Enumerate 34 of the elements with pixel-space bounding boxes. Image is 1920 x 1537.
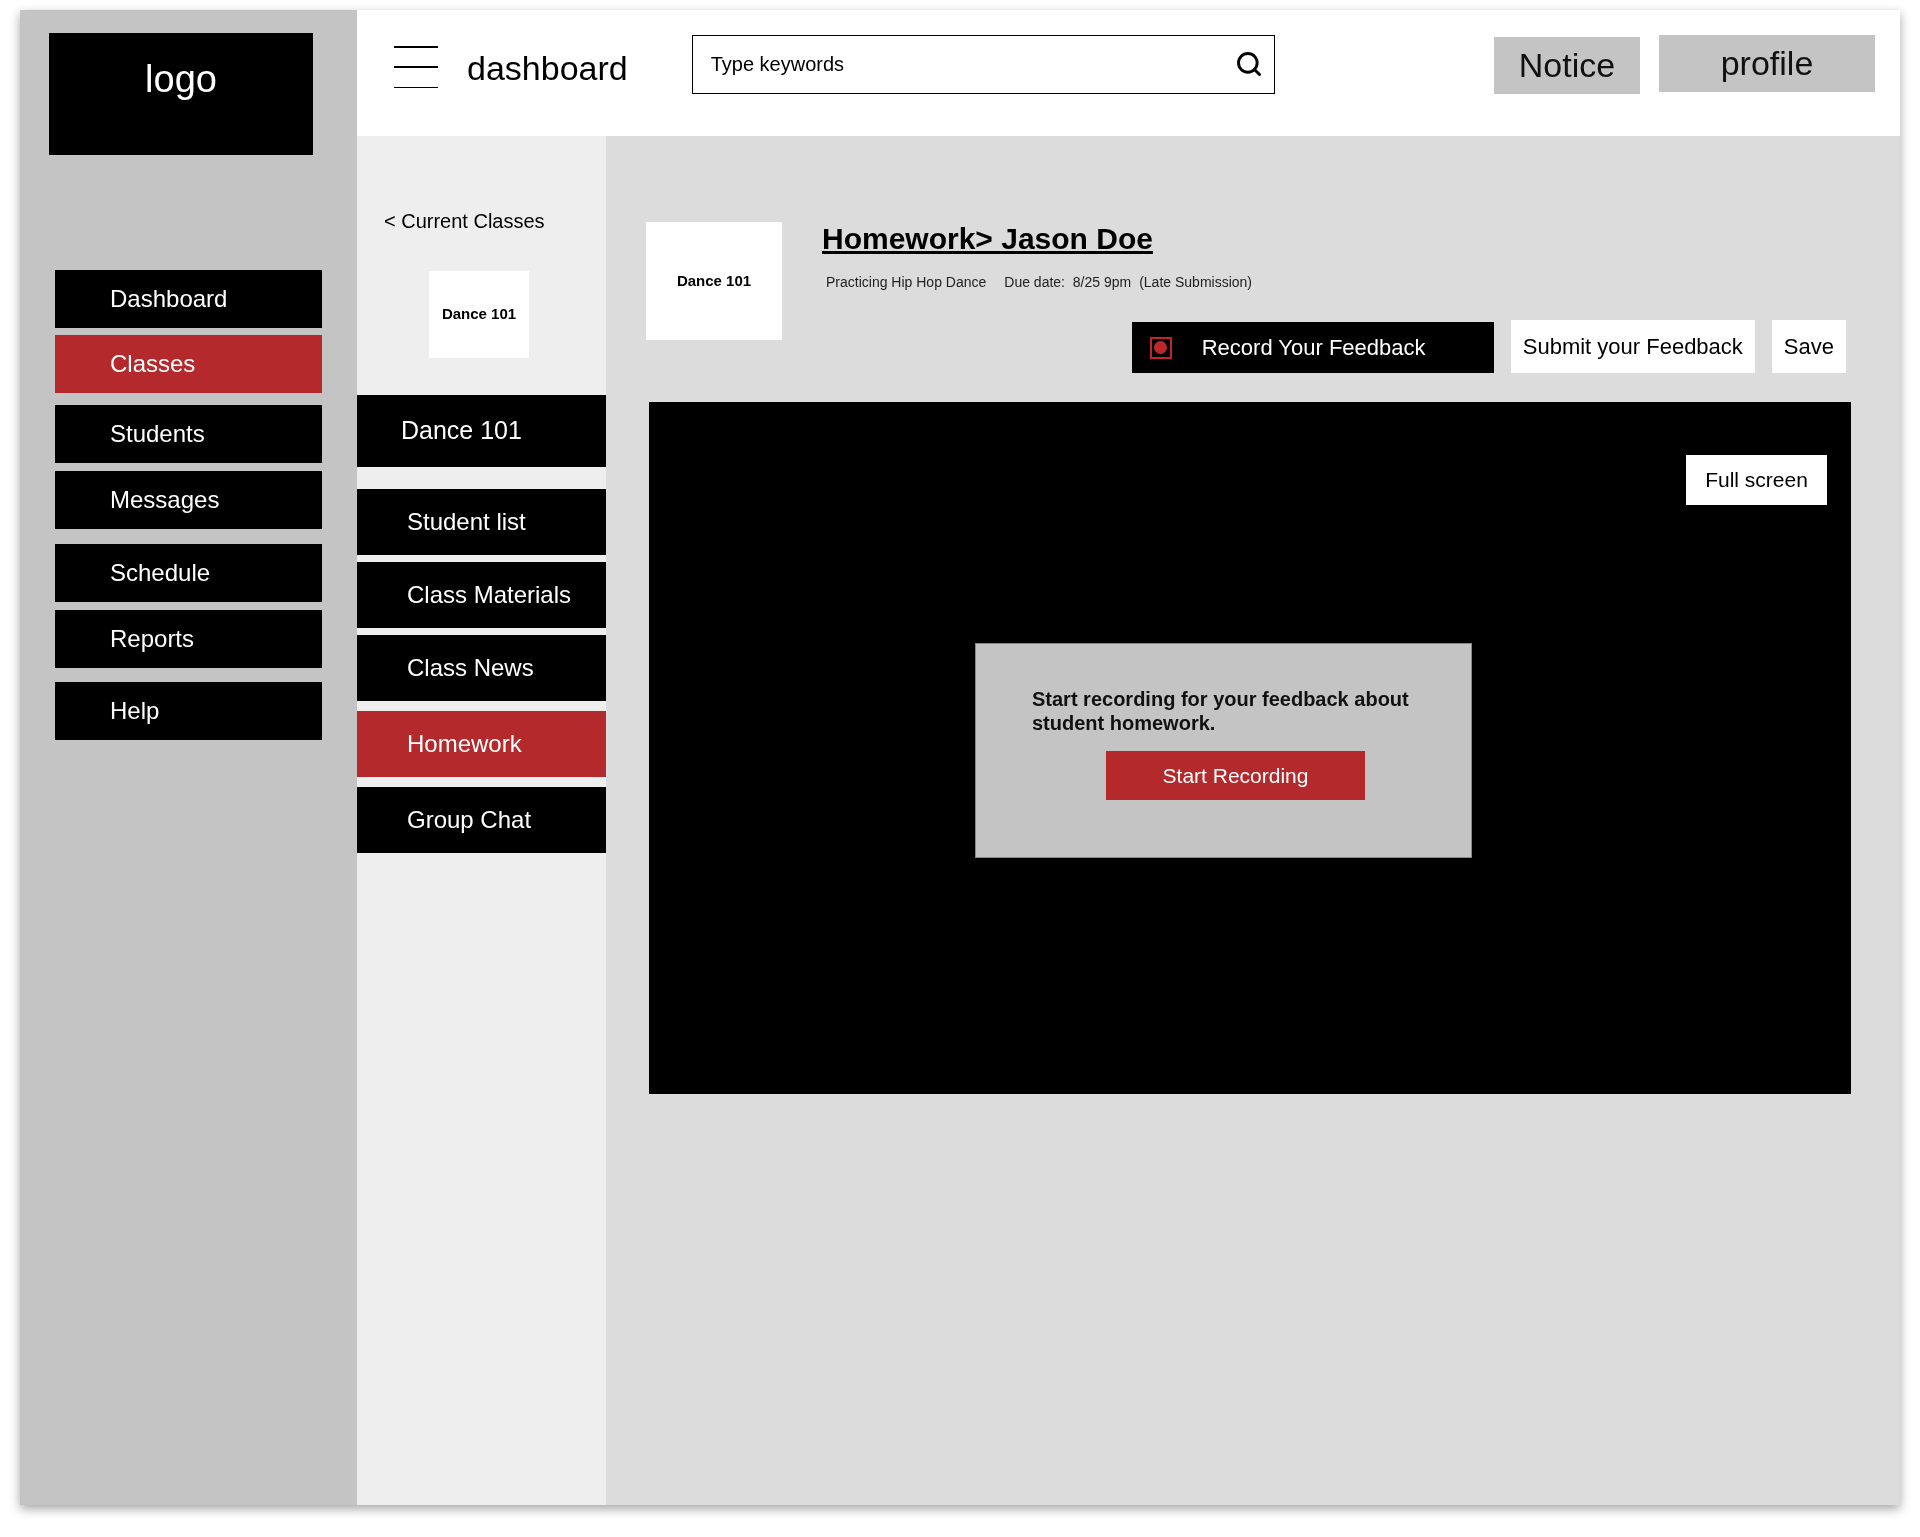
record-icon [1149, 336, 1172, 359]
search-field[interactable]: Type keywords [691, 35, 1275, 94]
sidebar-item[interactable]: Schedule [55, 544, 322, 602]
sidebar-item[interactable]: Students [55, 405, 322, 463]
start-recording-button[interactable]: Start Recording [1106, 751, 1365, 800]
sidebar-item[interactable]: Messages [55, 471, 322, 529]
class-menu-item[interactable]: Student list [357, 489, 606, 555]
class-menu-item[interactable]: Class News [357, 635, 606, 701]
late-status: (Late Submission) [1139, 273, 1252, 292]
class-card: Dance 101 [429, 271, 529, 358]
class-menu-item[interactable]: Group Chat [357, 787, 606, 853]
profile-button[interactable]: profile [1659, 35, 1875, 92]
homework-title: Homework> Jason Doe [822, 224, 1153, 254]
page-title: dashboard [467, 48, 628, 89]
sidebar-item[interactable]: Reports [55, 610, 322, 668]
sidebar-item[interactable]: Classes [55, 335, 322, 393]
logo: logo [49, 33, 313, 155]
class-menu-item[interactable]: Homework [357, 711, 606, 777]
notice-button[interactable]: Notice [1494, 37, 1640, 94]
submit-feedback-button[interactable]: Submit your Feedback [1510, 320, 1755, 373]
class-title: Dance 101 [357, 395, 606, 467]
menu-icon[interactable] [394, 45, 438, 89]
record-feedback-button[interactable]: Record Your Feedback [1131, 322, 1494, 373]
fullscreen-button[interactable]: Full screen [1686, 455, 1827, 505]
sidebar-item[interactable]: Dashboard [55, 270, 322, 328]
prompt-message: Start recording for your feedback about student homework. [1032, 687, 1410, 735]
back-link[interactable]: < Current Classes [384, 206, 545, 236]
sidebar-item[interactable]: Help [55, 682, 322, 740]
save-button[interactable]: Save [1771, 320, 1846, 373]
due-date: Due date: 8/25 9pm [1004, 273, 1132, 292]
search-icon[interactable] [1234, 50, 1263, 78]
assignment-name: Practicing Hip Hop Dance [826, 273, 987, 292]
class-card: Dance 101 [646, 222, 782, 340]
class-menu-item[interactable]: Class Materials [357, 562, 606, 628]
